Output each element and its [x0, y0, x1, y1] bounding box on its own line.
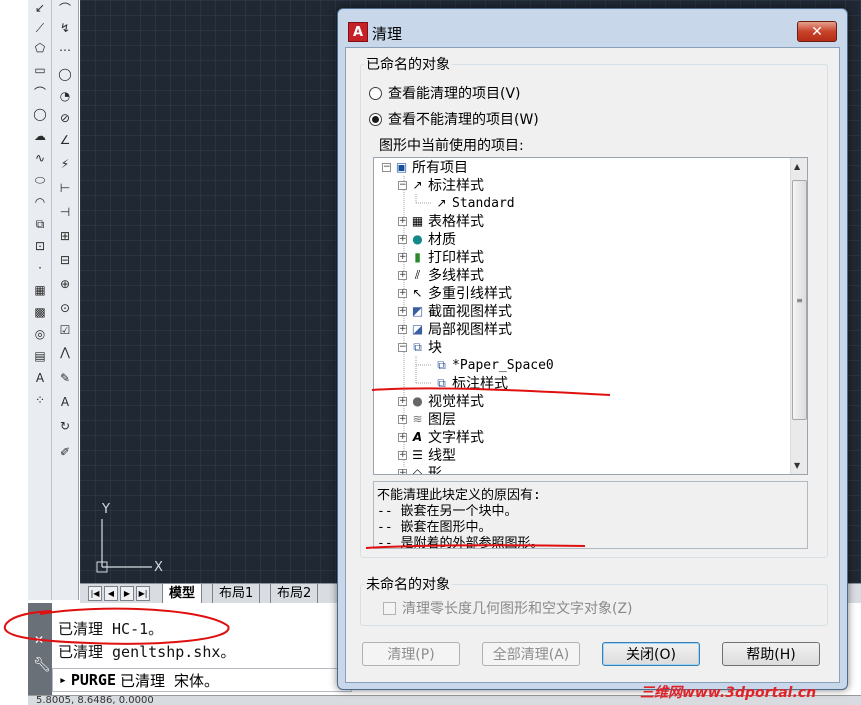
- red-annotation-marks: [3, 387, 611, 645]
- annotation-underline-block: [371, 387, 611, 396]
- annotation-underline-reason: [365, 544, 586, 549]
- site-watermark: 三维网www.3dportal.cn: [640, 685, 817, 701]
- annotation-circle-hc1: [3, 607, 230, 645]
